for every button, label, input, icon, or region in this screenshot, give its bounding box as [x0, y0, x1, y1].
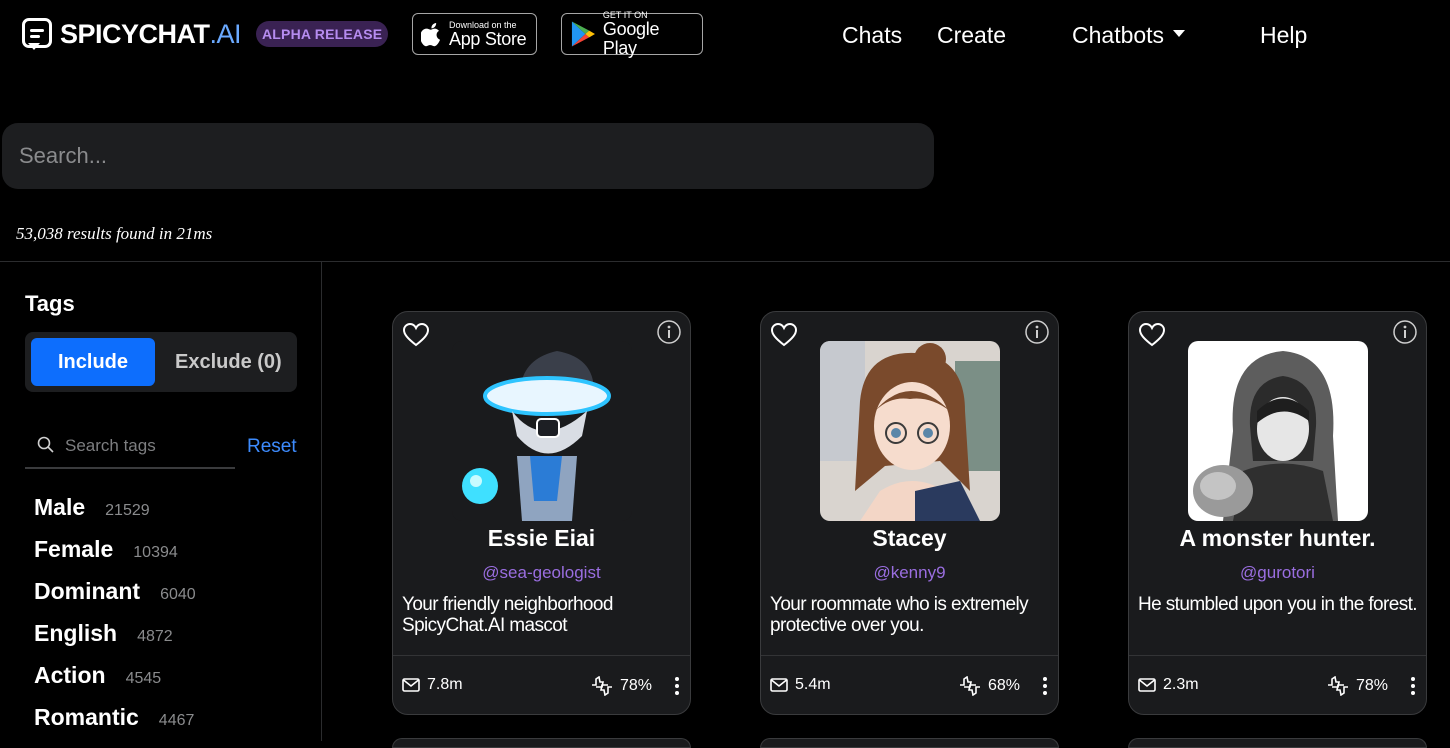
avatar — [1188, 341, 1368, 521]
rating-value: 68% — [987, 677, 1020, 694]
avatar — [820, 341, 1000, 521]
mail-icon — [770, 678, 788, 692]
nav-chatbots[interactable]: Chatbots — [1072, 22, 1186, 49]
card-divider — [393, 655, 690, 656]
mail-icon — [1138, 678, 1156, 692]
exclude-button[interactable]: Exclude (0) — [175, 338, 282, 386]
divider — [0, 261, 1450, 262]
logo[interactable]: SPICYCHAT.AI — [22, 18, 242, 50]
info-icon[interactable] — [1392, 319, 1418, 345]
info-icon[interactable] — [656, 319, 682, 345]
tag-item-female[interactable]: Female 10394 — [34, 536, 178, 563]
tag-name: Female — [34, 536, 114, 562]
rating: 68% — [958, 676, 1020, 696]
character-card[interactable] — [760, 738, 1059, 748]
message-count-value: 5.4m — [795, 676, 831, 693]
tag-count: 4545 — [125, 670, 162, 687]
chevron-down-icon — [1173, 30, 1186, 38]
include-button[interactable]: Include — [31, 338, 155, 386]
more-icon[interactable] — [674, 676, 680, 696]
tag-name: Male — [34, 494, 86, 520]
rating: 78% — [1326, 676, 1388, 696]
tag-name: English — [34, 620, 118, 646]
character-card[interactable]: Essie Eiai @sea-geologist Your friendly … — [392, 311, 691, 715]
tags-heading: Tags — [25, 291, 75, 316]
rating-value: 78% — [619, 677, 652, 694]
character-name: A monster hunter. — [1179, 525, 1376, 551]
character-card[interactable]: Stacey @kenny9 Your roommate who is extr… — [760, 311, 1059, 715]
mail-icon — [402, 678, 420, 692]
avatar — [452, 341, 632, 521]
tag-name: Action — [34, 662, 106, 688]
apple-icon — [421, 23, 441, 47]
character-name: Stacey — [872, 525, 947, 551]
nav-help[interactable]: Help — [1260, 22, 1307, 49]
tag-search-input[interactable]: Search tags — [25, 424, 235, 469]
app-store-button[interactable]: Download on the App Store — [412, 13, 537, 55]
character-name: Essie Eiai — [487, 525, 596, 551]
tag-count: 10394 — [133, 544, 178, 561]
nav-create[interactable]: Create — [937, 22, 1006, 49]
google-play-icon — [571, 21, 595, 47]
include-exclude-toggle: Include Exclude (0) — [25, 332, 297, 392]
app-store-small-text: Download on the — [449, 19, 517, 30]
message-count-value: 2.3m — [1163, 676, 1199, 693]
google-play-big-text: Google Play — [602, 19, 660, 58]
sidebar-divider — [321, 262, 322, 741]
thumbs-icon — [1327, 676, 1348, 696]
more-icon[interactable] — [1410, 676, 1416, 696]
character-description: Your friendly neighborhood SpicyChat.AI … — [402, 594, 613, 636]
creator-handle[interactable]: @gurotori — [1129, 563, 1426, 583]
tag-item-male[interactable]: Male 21529 — [34, 494, 150, 521]
message-count: 5.4m — [770, 676, 831, 694]
character-description: Your roommate who is extremely protectiv… — [770, 594, 1029, 636]
creator-handle[interactable]: @sea-geologist — [393, 563, 690, 583]
logo-icon — [22, 18, 52, 50]
logo-text: SPICYCHAT.AI — [60, 18, 242, 49]
alpha-badge: ALPHA RELEASE — [256, 21, 389, 47]
character-card[interactable]: A monster hunter. @gurotori He stumbled … — [1128, 311, 1427, 715]
card-divider — [761, 655, 1058, 656]
nav-chats[interactable]: Chats — [842, 22, 902, 49]
message-count: 7.8m — [402, 676, 463, 694]
nav-chatbots-label: Chatbots — [1072, 22, 1165, 48]
tag-search-placeholder: Search tags — [65, 436, 156, 455]
results-count: 53,038 results found in 21ms — [16, 224, 213, 243]
tag-count: 4467 — [158, 712, 195, 729]
tag-item-romantic[interactable]: Romantic 4467 — [34, 704, 194, 731]
character-card[interactable] — [392, 738, 691, 748]
rating-value: 78% — [1355, 677, 1388, 694]
heart-icon[interactable] — [402, 322, 430, 348]
tag-count: 4872 — [137, 628, 173, 645]
info-icon[interactable] — [1024, 319, 1050, 345]
search-input[interactable] — [2, 123, 934, 189]
tag-count: 21529 — [105, 502, 150, 519]
google-play-button[interactable]: GET IT ON Google Play — [561, 10, 703, 58]
heart-icon[interactable] — [770, 322, 798, 348]
character-description: He stumbled upon you in the forest. — [1138, 594, 1418, 615]
app-store-big-text: App Store — [449, 28, 527, 49]
rating: 78% — [590, 676, 652, 696]
thumbs-icon — [959, 676, 980, 696]
message-count-value: 7.8m — [427, 676, 463, 693]
tag-name: Romantic — [34, 704, 139, 730]
card-divider — [1129, 655, 1426, 656]
tag-item-dominant[interactable]: Dominant 6040 — [34, 578, 196, 605]
message-count: 2.3m — [1138, 676, 1199, 694]
creator-handle[interactable]: @kenny9 — [761, 563, 1058, 583]
more-icon[interactable] — [1042, 676, 1048, 696]
tag-item-english[interactable]: English 4872 — [34, 620, 173, 647]
tag-item-action[interactable]: Action 4545 — [34, 662, 161, 689]
heart-icon[interactable] — [1138, 322, 1166, 348]
character-card[interactable] — [1128, 738, 1427, 748]
tag-name: Dominant — [34, 578, 141, 604]
thumbs-icon — [591, 676, 612, 696]
reset-link[interactable]: Reset — [247, 436, 297, 458]
search-icon — [37, 436, 54, 453]
tag-count: 6040 — [160, 586, 196, 603]
